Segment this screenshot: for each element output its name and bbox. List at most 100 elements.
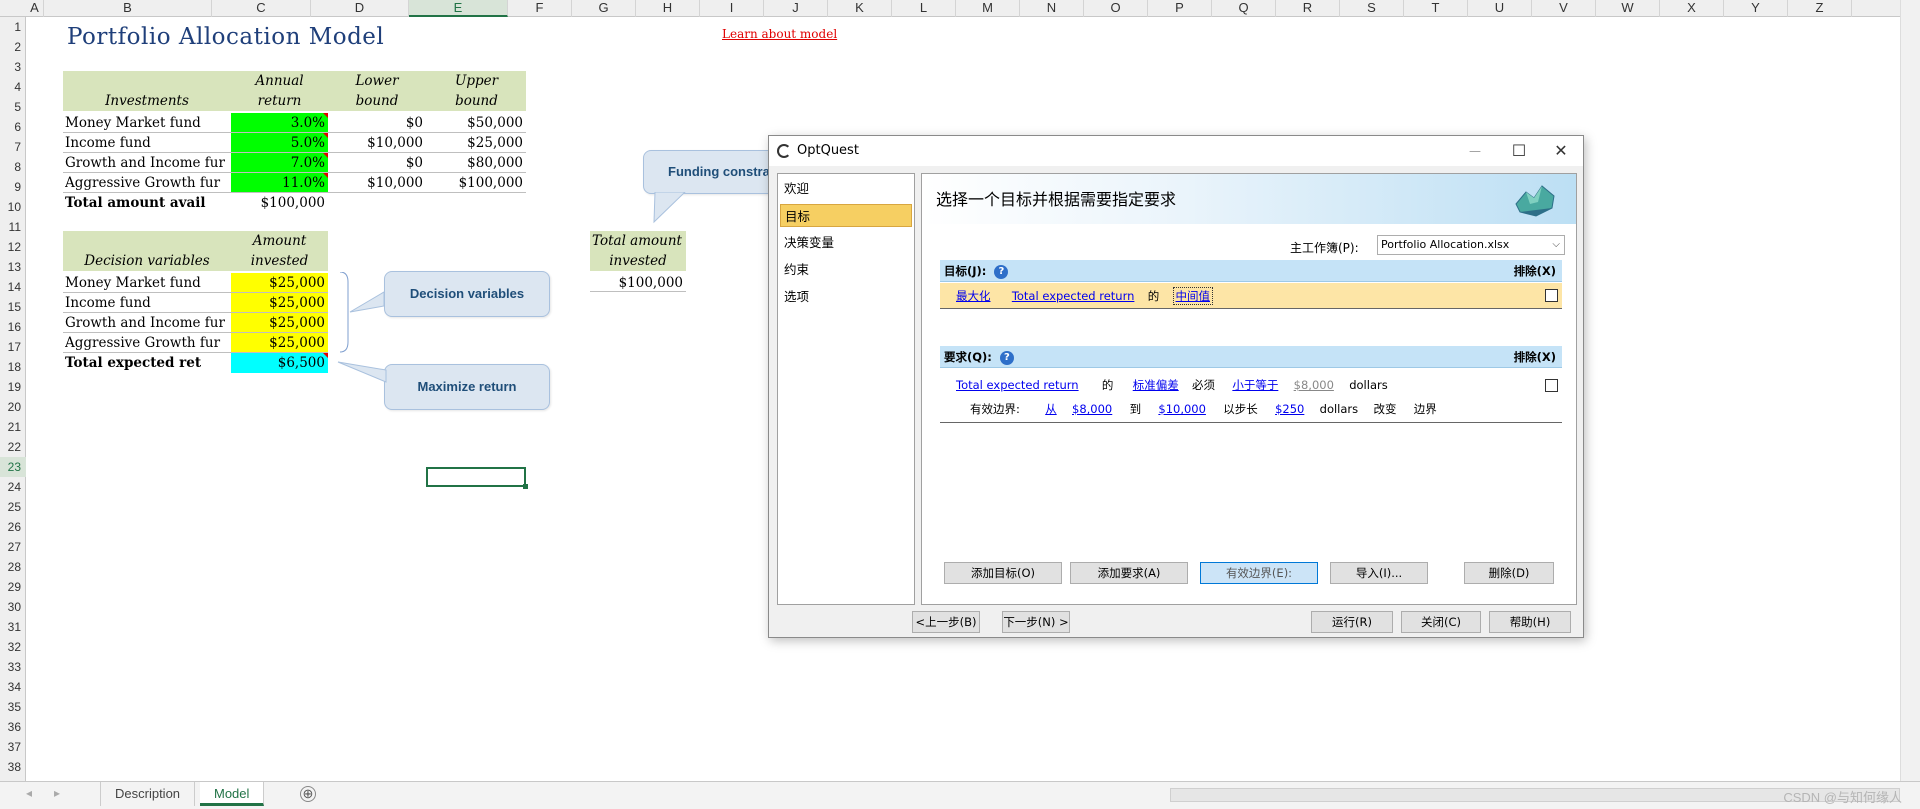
annual-return[interactable]: 5.0%	[231, 133, 328, 153]
row-header[interactable]: 8	[0, 157, 26, 177]
row-header[interactable]: 23	[0, 457, 26, 477]
upper-bound[interactable]: $100,000	[427, 173, 526, 193]
requirement-checkbox[interactable]	[1545, 379, 1558, 392]
nav-item-welcome[interactable]: 欢迎	[780, 177, 912, 200]
column-header[interactable]: T	[1404, 0, 1468, 17]
lower-bound[interactable]: $0	[328, 153, 426, 173]
row-header[interactable]: 26	[0, 517, 26, 537]
column-header[interactable]: W	[1596, 0, 1660, 17]
row-header[interactable]: 12	[0, 237, 26, 257]
total-expected-return-value[interactable]: $6,500	[231, 353, 328, 373]
requirement-comparison-link[interactable]: 小于等于	[1232, 378, 1278, 392]
row-header[interactable]: 37	[0, 737, 26, 757]
row-header[interactable]: 1	[0, 17, 26, 37]
column-header[interactable]: R	[1276, 0, 1340, 17]
row-header[interactable]: 15	[0, 297, 26, 317]
row-header[interactable]: 34	[0, 677, 26, 697]
row-header[interactable]: 38	[0, 757, 26, 777]
row-header[interactable]: 13	[0, 257, 26, 277]
objective-target-link[interactable]: Total expected return	[1012, 289, 1135, 303]
objective-checkbox[interactable]	[1545, 289, 1558, 302]
frontier-step-value[interactable]: $250	[1275, 402, 1304, 416]
investment-name[interactable]: Growth and Income fur	[65, 153, 231, 173]
column-header[interactable]: S	[1340, 0, 1404, 17]
row-header[interactable]: 20	[0, 397, 26, 417]
row-header[interactable]: 7	[0, 137, 26, 157]
upper-bound[interactable]: $50,000	[427, 113, 526, 133]
decision-variable-name[interactable]: Growth and Income fur	[65, 313, 231, 333]
import-button[interactable]: 导入(I)...	[1330, 562, 1428, 584]
comment-indicator-icon[interactable]	[323, 353, 328, 358]
investment-name[interactable]: Money Market fund	[65, 113, 231, 133]
row-header[interactable]: 22	[0, 437, 26, 457]
requirement-bound-value[interactable]: $8,000	[1294, 378, 1334, 392]
column-header[interactable]: E	[409, 0, 508, 17]
objective-row[interactable]: 最大化 Total expected return 的 中间值	[940, 283, 1562, 309]
row-header[interactable]: 2	[0, 37, 26, 57]
maximize-icon[interactable]: ☐	[1499, 140, 1539, 162]
row-header[interactable]: 16	[0, 317, 26, 337]
nav-item-options[interactable]: 选项	[780, 285, 912, 308]
run-button[interactable]: 运行(R)	[1311, 611, 1393, 633]
active-cell-selection[interactable]	[426, 467, 528, 489]
lower-bound[interactable]: $10,000	[328, 133, 426, 153]
tab-scroll-right-icon[interactable]: ▸	[54, 786, 60, 800]
requirement-target-link[interactable]: Total expected return	[956, 378, 1079, 392]
row-header[interactable]: 17	[0, 337, 26, 357]
minimize-icon[interactable]: —	[1455, 140, 1495, 162]
row-header[interactable]: 5	[0, 97, 26, 117]
close-icon[interactable]: ✕	[1541, 140, 1581, 162]
frontier-from-value[interactable]: $8,000	[1072, 402, 1112, 416]
frontier-from-link[interactable]: 从	[1045, 402, 1057, 416]
column-header[interactable]: Q	[1212, 0, 1276, 17]
column-header[interactable]: K	[828, 0, 892, 17]
row-header[interactable]: 4	[0, 77, 26, 97]
amount-invested[interactable]: $25,000	[231, 313, 328, 333]
column-header[interactable]: D	[311, 0, 409, 17]
column-header[interactable]: M	[956, 0, 1020, 17]
callout-decision-variables[interactable]: Decision variables	[384, 271, 550, 317]
add-requirement-button[interactable]: 添加要求(A)	[1070, 562, 1188, 584]
row-header[interactable]: 36	[0, 717, 26, 737]
column-header[interactable]: Z	[1788, 0, 1852, 17]
help-icon[interactable]: ?	[994, 264, 1009, 279]
column-header[interactable]: F	[508, 0, 572, 17]
column-header[interactable]: V	[1532, 0, 1596, 17]
row-header[interactable]: 10	[0, 197, 26, 217]
lower-bound[interactable]: $0	[328, 113, 426, 133]
row-header[interactable]: 18	[0, 357, 26, 377]
decision-variable-name[interactable]: Income fund	[65, 293, 231, 313]
close-button[interactable]: 关闭(C)	[1401, 611, 1481, 633]
row-header[interactable]: 3	[0, 57, 26, 77]
column-header[interactable]: A	[26, 0, 44, 17]
amount-invested[interactable]: $25,000	[231, 273, 328, 293]
requirement-row[interactable]: Total expected return 的 标准偏差 必须 小于等于 $8,…	[940, 373, 1562, 397]
row-header[interactable]: 29	[0, 577, 26, 597]
row-header[interactable]: 32	[0, 637, 26, 657]
investment-name[interactable]: Income fund	[65, 133, 231, 153]
row-header[interactable]: 25	[0, 497, 26, 517]
delete-button[interactable]: 删除(D)	[1464, 562, 1554, 584]
row-header[interactable]: 14	[0, 277, 26, 297]
column-header[interactable]: B	[44, 0, 212, 17]
row-header[interactable]: 11	[0, 217, 26, 237]
row-header[interactable]: 35	[0, 697, 26, 717]
annual-return[interactable]: 11.0%	[231, 173, 328, 193]
decision-variable-name[interactable]: Aggressive Growth fur	[65, 333, 231, 353]
annual-return[interactable]: 7.0%	[231, 153, 328, 173]
row-header[interactable]: 33	[0, 657, 26, 677]
nav-item-objective[interactable]: 目标	[780, 204, 912, 227]
nav-item-decision-variables[interactable]: 决策变量	[780, 231, 912, 254]
row-header[interactable]: 9	[0, 177, 26, 197]
row-header[interactable]: 24	[0, 477, 26, 497]
callout-maximize-return[interactable]: Maximize return	[384, 364, 550, 410]
next-step-button[interactable]: 下一步(N) >	[1002, 611, 1070, 633]
upper-bound[interactable]: $25,000	[427, 133, 526, 153]
workbook-select[interactable]: Portfolio Allocation.xlsx ⌵	[1377, 235, 1565, 255]
row-header[interactable]: 31	[0, 617, 26, 637]
amount-invested[interactable]: $25,000	[231, 293, 328, 313]
row-header[interactable]: 30	[0, 597, 26, 617]
column-header[interactable]: I	[700, 0, 764, 17]
column-header[interactable]: P	[1148, 0, 1212, 17]
column-header[interactable]: O	[1084, 0, 1148, 17]
